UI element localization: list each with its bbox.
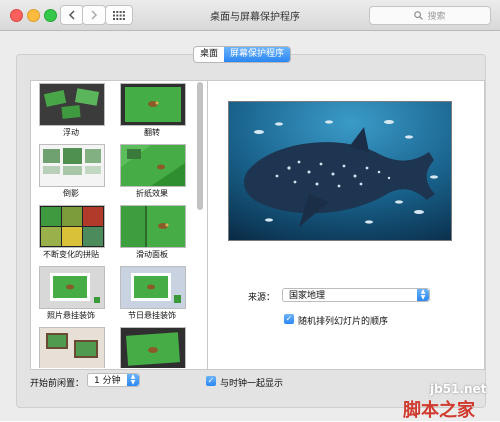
screensaver-label: 节日悬挂装饰 — [128, 311, 176, 320]
thumb-vintage-prints[interactable] — [39, 327, 105, 368]
forward-button[interactable] — [82, 5, 106, 25]
vintage-prints-preview-image — [40, 328, 104, 368]
watermark-name: 脚本之家 — [403, 400, 475, 421]
window-title: 桌面与屏幕保护程序 — [210, 12, 300, 23]
holiday-mobile-preview-image — [121, 267, 185, 308]
tab-screen-saver[interactable]: 屏幕保护程序 — [224, 47, 291, 62]
thumb-collage[interactable] — [39, 205, 105, 248]
floating-preview-image — [40, 84, 104, 125]
thumb-flip[interactable] — [120, 83, 186, 126]
thumb-reflection[interactable] — [39, 144, 105, 187]
shuffle-label: 随机排列幻灯片的顺序 — [298, 317, 389, 327]
chevron-left-icon — [68, 10, 75, 20]
source-label: 来源： — [248, 293, 276, 303]
shifting-tiles-preview-image — [121, 328, 185, 368]
screensaver-label: 倒影 — [63, 189, 79, 198]
collage-preview-image — [40, 206, 104, 247]
thumb-panels[interactable] — [120, 205, 186, 248]
screensaver-label: 翻转 — [144, 128, 160, 137]
screensaver-label: 滑动面板 — [136, 250, 168, 259]
show-all-button[interactable] — [105, 5, 133, 25]
thumb-origami[interactable] — [120, 144, 186, 187]
zoom-window-button[interactable] — [44, 9, 57, 22]
photo-mobile-preview-image — [40, 267, 104, 308]
pane-switcher: 桌面 屏幕保护程序 — [193, 46, 292, 63]
tab-desktop[interactable]: 桌面 — [194, 47, 224, 62]
thumb-shifting-tiles[interactable] — [120, 327, 186, 368]
flip-preview-image — [121, 84, 185, 125]
search-icon — [414, 11, 424, 20]
source-select[interactable]: 国家地理 ▲ ▼ — [282, 288, 430, 302]
updown-arrows-icon: ▲ ▼ — [417, 289, 429, 301]
show-clock-label: 与时钟一起显示 — [220, 379, 284, 389]
watermark-site: jb51.net — [430, 382, 487, 396]
grid-icon — [113, 10, 125, 20]
whale-shark-photo — [229, 102, 451, 240]
chevron-right-icon — [91, 10, 98, 20]
idle-time-value: 1 分钟 — [94, 376, 121, 386]
origami-preview-image — [121, 145, 185, 186]
thumb-holiday-mobile[interactable] — [120, 266, 186, 309]
screensaver-label: 照片悬挂装饰 — [47, 311, 95, 320]
title-bar: 桌面与屏幕保护程序 搜索 — [0, 0, 500, 31]
search-field[interactable]: 搜索 — [369, 6, 491, 25]
panels-preview-image — [121, 206, 185, 247]
list-scrollbar[interactable] — [197, 82, 203, 210]
idle-label: 开始前闲置： — [30, 379, 85, 389]
screensaver-label: 浮动 — [63, 128, 79, 137]
minimize-window-button[interactable] — [27, 9, 40, 22]
screensaver-label: 不断变化的拼贴 — [43, 250, 99, 259]
show-clock-checkbox[interactable]: ✓ — [206, 376, 216, 386]
thumb-floating[interactable] — [39, 83, 105, 126]
close-window-button[interactable] — [10, 9, 23, 22]
screensaver-label: 折纸效果 — [136, 189, 168, 198]
back-button[interactable] — [60, 5, 84, 25]
thumb-photo-mobile[interactable] — [39, 266, 105, 309]
shuffle-checkbox[interactable]: ✓ — [284, 314, 294, 324]
idle-time-select[interactable]: 1 分钟 ▲ ▼ — [87, 373, 140, 387]
reflection-preview-image — [40, 145, 104, 186]
source-value: 国家地理 — [289, 291, 326, 301]
updown-arrows-icon: ▲ ▼ — [127, 374, 139, 386]
screensaver-preview — [228, 101, 452, 241]
search-placeholder: 搜索 — [427, 12, 446, 22]
